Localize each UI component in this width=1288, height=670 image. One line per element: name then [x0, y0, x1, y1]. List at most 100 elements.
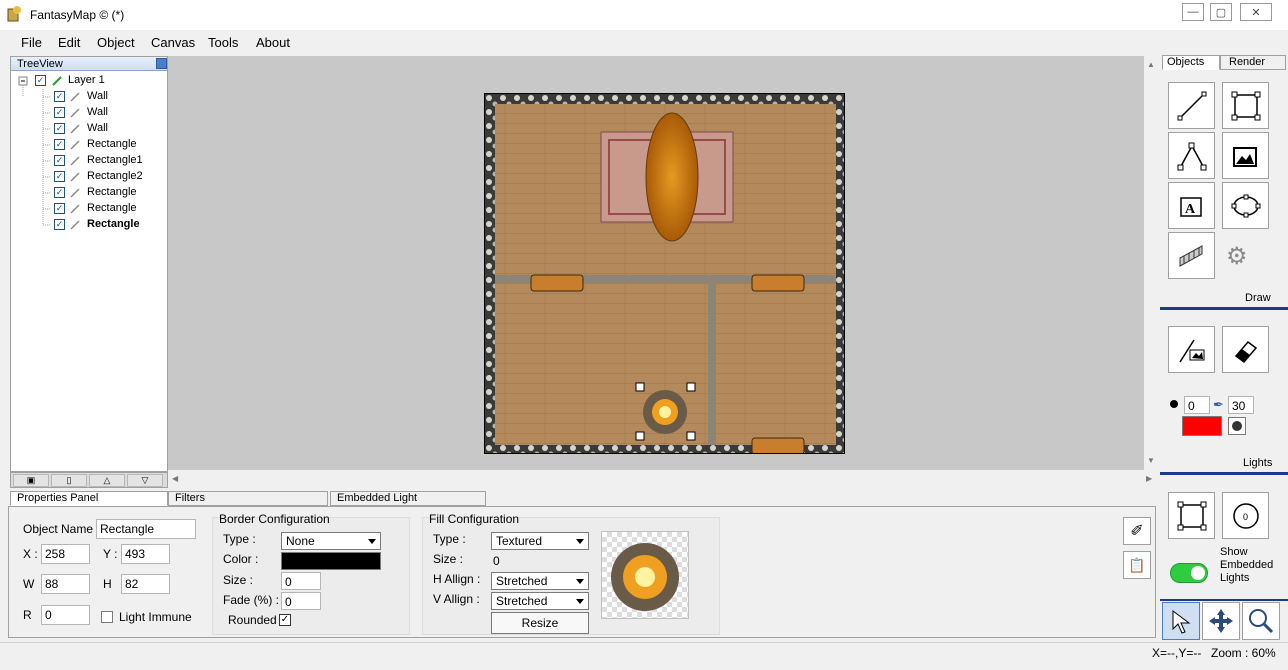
light-rect-icon[interactable]: [1168, 492, 1215, 539]
tab-embedded-light[interactable]: Embedded Light: [330, 491, 486, 506]
brush-min-input[interactable]: 0: [1184, 396, 1210, 414]
border-color-label: Color :: [223, 552, 259, 566]
add-layer-icon[interactable]: ▣: [13, 474, 49, 487]
tree-layer-row[interactable]: ✓ Layer 1: [11, 73, 167, 89]
item-checkbox[interactable]: ✓: [54, 219, 65, 230]
pin-icon[interactable]: [156, 58, 167, 69]
menu-canvas[interactable]: Canvas: [151, 35, 195, 50]
minimize-icon[interactable]: —: [1182, 3, 1204, 21]
v-align-select[interactable]: Stretched: [491, 592, 589, 610]
menu-edit[interactable]: Edit: [58, 35, 80, 50]
item-checkbox[interactable]: ✓: [54, 123, 65, 134]
fill-type-select[interactable]: Textured: [491, 532, 589, 550]
item-checkbox[interactable]: ✓: [54, 91, 65, 102]
light-circle-icon[interactable]: 0: [1222, 492, 1269, 539]
tab-filters[interactable]: Filters: [168, 491, 328, 506]
delete-icon[interactable]: ▯: [51, 474, 87, 487]
border-size-input[interactable]: 0: [281, 572, 321, 590]
h-input[interactable]: 82: [121, 574, 170, 594]
polygon-tool-icon[interactable]: [1168, 132, 1215, 179]
cursor-coordinates: X=--,Y=--: [1152, 646, 1202, 660]
border-fade-label: Fade (%) :: [223, 593, 280, 607]
border-type-select[interactable]: None: [281, 532, 381, 550]
item-checkbox[interactable]: ✓: [54, 139, 65, 150]
tab-properties-panel[interactable]: Properties Panel: [10, 491, 168, 506]
move-up-icon[interactable]: △: [89, 474, 125, 487]
image-tool-icon[interactable]: [1222, 132, 1269, 179]
wall-tool-icon[interactable]: [1168, 232, 1215, 279]
eraser-icon[interactable]: [1222, 326, 1269, 373]
menu-tools[interactable]: Tools: [208, 35, 238, 50]
menu-file[interactable]: File: [21, 35, 42, 50]
scroll-right-icon[interactable]: ▶: [1146, 474, 1152, 483]
tree-item[interactable]: ✓ Rectangle: [11, 137, 167, 153]
h-align-label: H Allign :: [433, 572, 481, 586]
y-input[interactable]: 493: [121, 544, 170, 564]
item-checkbox[interactable]: ✓: [54, 155, 65, 166]
border-config-title: Border Configuration: [219, 512, 330, 526]
maximize-icon[interactable]: ▢: [1210, 3, 1232, 21]
tab-objects[interactable]: Objects: [1162, 55, 1220, 70]
menu-about[interactable]: About: [256, 35, 290, 50]
item-checkbox[interactable]: ✓: [54, 171, 65, 182]
map-image[interactable]: [484, 93, 845, 454]
r-input[interactable]: 0: [41, 605, 90, 625]
light-immune-checkbox[interactable]: [101, 611, 113, 623]
tree-item[interactable]: ✓ Rectangle: [11, 201, 167, 217]
scroll-left-icon[interactable]: ◀: [172, 474, 178, 483]
select-pointer-icon[interactable]: [1162, 602, 1200, 640]
gear-icon[interactable]: ⚙: [1226, 242, 1256, 272]
tree-item-selected[interactable]: ✓ Rectangle: [11, 217, 167, 233]
tree-item[interactable]: ✓ Rectangle: [11, 185, 167, 201]
fill-type-value: Textured: [496, 534, 543, 548]
rounded-checkbox[interactable]: ✓: [279, 614, 291, 626]
border-type-label: Type :: [223, 532, 256, 546]
item-checkbox[interactable]: ✓: [54, 187, 65, 198]
map-canvas[interactable]: [168, 56, 1144, 470]
close-icon[interactable]: ✕: [1240, 3, 1272, 21]
menu-object[interactable]: Object: [97, 35, 135, 50]
light-color-swatch[interactable]: [1182, 416, 1222, 436]
light-shape-button[interactable]: [1228, 417, 1246, 435]
resize-button[interactable]: Resize: [491, 612, 589, 634]
ellipse-tool-icon[interactable]: [1222, 182, 1269, 229]
brush-max-input[interactable]: 30: [1228, 396, 1254, 414]
tree-item[interactable]: ✓ Wall: [11, 105, 167, 121]
vertical-scrollbar[interactable]: ▲ ▼: [1144, 56, 1158, 470]
rectangle-tool-icon[interactable]: [1222, 82, 1269, 129]
scroll-down-icon[interactable]: ▼: [1147, 456, 1155, 465]
layer-checkbox[interactable]: ✓: [35, 75, 46, 86]
scroll-up-icon[interactable]: ▲: [1147, 60, 1155, 69]
zoom-level: Zoom : 60%: [1211, 646, 1276, 660]
light-brush-icon[interactable]: [1168, 326, 1215, 373]
tree-item[interactable]: ✓ Rectangle1: [11, 153, 167, 169]
text-tool-icon[interactable]: A: [1168, 182, 1215, 229]
horizontal-scrollbar[interactable]: ◀ ▶: [168, 471, 1158, 487]
paste-icon[interactable]: 📋: [1123, 551, 1151, 579]
zoom-icon[interactable]: [1242, 602, 1280, 640]
tree-item[interactable]: ✓ Wall: [11, 121, 167, 137]
object-name-input[interactable]: Rectangle: [96, 519, 196, 539]
tree-item[interactable]: ✓ Rectangle2: [11, 169, 167, 185]
item-checkbox[interactable]: ✓: [54, 107, 65, 118]
show-embedded-lights-toggle[interactable]: [1170, 563, 1208, 583]
treeview-toolbar: ▣ ▯ △ ▽: [10, 472, 168, 488]
w-input[interactable]: 88: [41, 574, 90, 594]
h-align-select[interactable]: Stretched: [491, 572, 589, 590]
brush-icon[interactable]: ✐: [1123, 517, 1151, 545]
border-fade-input[interactable]: 0: [281, 592, 321, 610]
texture-preview[interactable]: [601, 531, 689, 619]
item-checkbox[interactable]: ✓: [54, 203, 65, 214]
pencil-icon: [70, 220, 80, 230]
tree-item-label: Rectangle: [87, 202, 137, 214]
x-input[interactable]: 258: [41, 544, 90, 564]
border-color-swatch[interactable]: [281, 552, 381, 570]
move-down-icon[interactable]: ▽: [127, 474, 163, 487]
show-embedded-lights-label: Show Embedded Lights: [1220, 546, 1274, 584]
line-tool-icon[interactable]: [1168, 82, 1215, 129]
tab-render[interactable]: Render: [1220, 55, 1286, 70]
pencil-icon: [70, 156, 80, 166]
fill-config-title: Fill Configuration: [429, 512, 520, 526]
move-icon[interactable]: [1202, 602, 1240, 640]
tree-item[interactable]: ✓ Wall: [11, 89, 167, 105]
